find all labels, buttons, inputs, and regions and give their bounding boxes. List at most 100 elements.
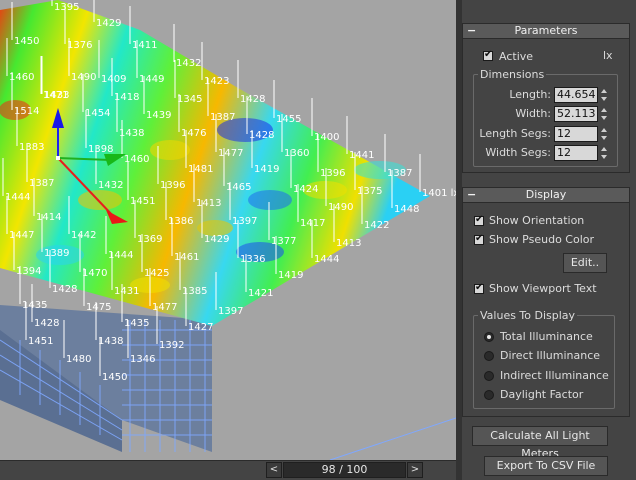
width-segs-label: Width Segs: xyxy=(485,146,551,159)
show-pseudo-color-label: Show Pseudo Color xyxy=(489,233,595,246)
total-illuminance-label: Total Illuminance xyxy=(500,330,593,343)
light-meter-value: 1392 xyxy=(159,340,184,351)
light-meter-value: 1438 xyxy=(119,128,144,139)
light-meter-value: 1451 xyxy=(130,196,155,207)
light-meter-value: 1369 xyxy=(137,234,162,245)
light-meter-value: 1418 xyxy=(114,92,139,103)
light-meter-value: 1413 xyxy=(336,238,361,249)
3d-viewport[interactable]: 1395 1429 1450 1376 1411 1460 1409 1432 1471 1490… xyxy=(0,0,456,460)
prev-frame-button[interactable]: < xyxy=(266,462,282,478)
direct-illuminance-label: Direct Illuminance xyxy=(500,349,601,362)
active-checkbox[interactable] xyxy=(483,49,493,61)
light-meter-value: 1401 lx xyxy=(422,188,456,199)
light-meter-value: 1425 xyxy=(144,268,169,279)
collapse-icon: − xyxy=(467,24,477,37)
calculate-all-light-meters-button[interactable]: Calculate All Light Meters xyxy=(472,426,608,460)
light-meter-value: 1428 xyxy=(249,130,274,141)
show-pseudo-color-checkbox[interactable] xyxy=(474,233,484,245)
width-label: Width: xyxy=(515,107,551,120)
light-meter-value: 1397 xyxy=(232,216,257,227)
length-label: Length: xyxy=(509,88,551,101)
light-meter-value: 1450 xyxy=(14,36,39,47)
width-segs-spinner[interactable] xyxy=(599,145,608,161)
light-meter-value: 1490 xyxy=(71,72,96,83)
parameters-rollout-body: Active lx Dimensions Length: 44.654 Widt… xyxy=(462,39,630,173)
light-meter-value: 1514 xyxy=(14,106,39,117)
light-meter-value: 1444 xyxy=(314,254,339,265)
viewport-scene: 139514291450 1376 14111460 1409143214711490… xyxy=(0,0,456,460)
export-to-csv-button[interactable]: Export To CSV File xyxy=(484,456,608,476)
command-panel: − Parameters Active lx Dimensions Length… xyxy=(462,0,636,480)
light-meter-value: 1429 xyxy=(204,234,229,245)
light-meter-value: 1444 xyxy=(5,192,30,203)
light-meter-value: 1442 xyxy=(71,230,96,241)
light-meter-value: 1419 xyxy=(278,270,303,281)
width-spinner[interactable] xyxy=(599,106,608,122)
light-meter-value: 1432 xyxy=(176,58,201,69)
next-frame-button[interactable]: > xyxy=(407,462,423,478)
light-meter-value: 1439 xyxy=(146,110,171,121)
edit-button[interactable]: Edit.. xyxy=(563,253,607,273)
light-meter-value: 1432 xyxy=(98,180,123,191)
light-meter-value: 1477 xyxy=(218,148,243,159)
light-meter-value: 1470 xyxy=(82,268,107,279)
show-orientation-checkbox[interactable] xyxy=(474,214,484,226)
light-meter-value: 1431 xyxy=(114,286,139,297)
length-segs-field[interactable]: 12 xyxy=(554,126,598,142)
collapse-icon: − xyxy=(467,188,477,201)
light-meter-value: 1428 xyxy=(240,94,265,105)
light-meter-value: 1395 xyxy=(54,2,79,13)
light-meter-value: 1480 xyxy=(66,354,91,365)
parameters-title: Parameters xyxy=(514,24,578,37)
light-meter-value: 1414 xyxy=(36,212,61,223)
light-meter-value: 1449 xyxy=(139,74,164,85)
light-meter-value: 1424 xyxy=(293,184,318,195)
values-to-display-group: Values To Display Total Illuminance Dire… xyxy=(473,309,615,409)
light-meter-value: 1376 xyxy=(67,40,92,51)
light-meter-value: 1421 xyxy=(248,288,273,299)
light-meter-value: 1475 xyxy=(86,302,111,313)
light-meter-value: 1375 xyxy=(357,186,382,197)
light-meter-value: 1419 xyxy=(254,164,279,175)
light-meter-value: 1398 xyxy=(88,144,113,155)
light-meter-value: 1448 xyxy=(394,204,419,215)
light-meter-value: 1345 xyxy=(177,94,202,105)
light-meter-value: 1397 xyxy=(218,306,243,317)
width-segs-field[interactable]: 12 xyxy=(554,145,598,161)
dimensions-title: Dimensions xyxy=(478,68,547,81)
light-meter-value: 1438 xyxy=(98,336,123,347)
light-meter-value: 1411 xyxy=(132,40,157,51)
daylight-factor-radio[interactable] xyxy=(484,390,494,400)
light-meter-value: 1387 xyxy=(29,178,54,189)
length-spinner[interactable] xyxy=(599,87,608,103)
show-viewport-text-checkbox[interactable] xyxy=(474,282,484,294)
light-meter-value: 1409 xyxy=(101,74,126,85)
values-to-display-title: Values To Display xyxy=(478,309,578,322)
light-meter-value: 1346 xyxy=(130,354,155,365)
display-title: Display xyxy=(525,188,567,201)
light-meter-value: 1383 xyxy=(19,142,44,153)
direct-illuminance-radio[interactable] xyxy=(484,351,494,361)
display-rollout-header[interactable]: − Display xyxy=(462,187,630,203)
total-illuminance-radio[interactable] xyxy=(484,332,494,342)
length-field[interactable]: 44.654 xyxy=(554,87,598,103)
frame-counter[interactable]: 98 / 100 xyxy=(283,462,406,478)
parameters-rollout-header[interactable]: − Parameters xyxy=(462,23,630,39)
light-meter-value: 1447 xyxy=(9,230,34,241)
dimensions-group: Dimensions Length: 44.654 Width: 52.113 … xyxy=(473,68,618,167)
light-meter-value: 1377 xyxy=(271,236,296,247)
indirect-illuminance-radio[interactable] xyxy=(484,371,494,381)
light-meter-value: 1428 xyxy=(34,318,59,329)
time-slider[interactable]: < 98 / 100 > xyxy=(0,460,456,480)
active-label: Active xyxy=(499,50,534,63)
width-field[interactable]: 52.113 xyxy=(554,106,598,122)
light-meter-value: 1461 xyxy=(174,252,199,263)
show-orientation-label: Show Orientation xyxy=(489,214,585,227)
display-rollout-body: Show Orientation Show Pseudo Color Edit.… xyxy=(462,203,630,417)
length-segs-spinner[interactable] xyxy=(599,126,608,142)
light-meter-value: 1360 xyxy=(284,148,309,159)
light-meter-value: 1336 xyxy=(240,254,265,265)
light-meter-value: 1396 xyxy=(160,180,185,191)
light-meter-value: 1455 xyxy=(276,114,301,125)
length-segs-label: Length Segs: xyxy=(479,127,551,140)
